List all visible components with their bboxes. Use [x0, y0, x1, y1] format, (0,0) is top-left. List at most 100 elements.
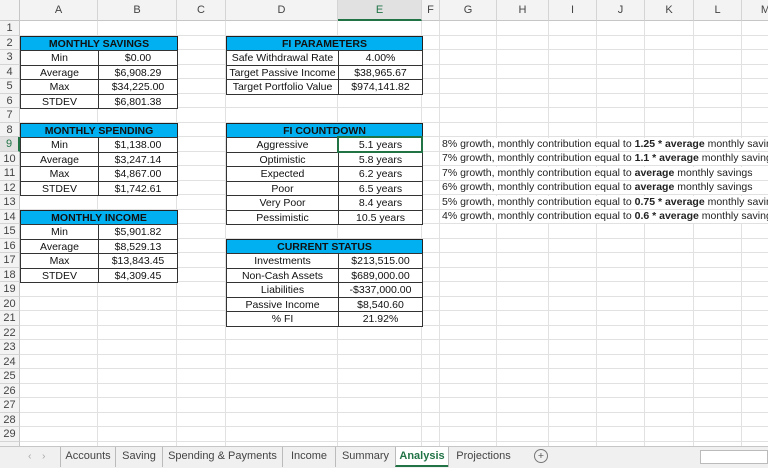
fi-countdown-note: 8% growth, monthly contribution equal to…: [442, 137, 768, 151]
table-value[interactable]: 10.5 years: [338, 209, 423, 225]
table-value[interactable]: 21.92%: [338, 311, 423, 327]
column-header-D[interactable]: D: [226, 0, 338, 21]
table-value[interactable]: $3,247.14: [98, 151, 178, 167]
row-header-27[interactable]: 27: [0, 398, 20, 413]
table-value[interactable]: 5.8 years: [338, 151, 423, 167]
row-header-17[interactable]: 17: [0, 253, 20, 268]
column-header-E[interactable]: E: [338, 0, 422, 21]
row-header-3[interactable]: 3: [0, 50, 20, 65]
note-text: 5% growth, monthly contribution equal to: [442, 195, 635, 208]
table-value[interactable]: $1,138.00: [98, 137, 178, 153]
column-header-G[interactable]: G: [440, 0, 497, 21]
column-header-M[interactable]: M: [742, 0, 768, 21]
sheet-tab-summary[interactable]: Summary: [335, 447, 395, 467]
row-header-10[interactable]: 10: [0, 151, 20, 166]
table-value[interactable]: $34,225.00: [98, 79, 178, 95]
sheet-tab-analysis[interactable]: Analysis: [395, 447, 448, 467]
sheet-tab-spending-payments[interactable]: Spending & Payments: [162, 447, 282, 467]
column-header-B[interactable]: B: [98, 0, 177, 21]
row-header-24[interactable]: 24: [0, 354, 20, 369]
horizontal-scrollbar[interactable]: [700, 450, 768, 464]
table-value[interactable]: -$337,000.00: [338, 282, 423, 298]
select-all-corner[interactable]: [0, 0, 20, 21]
row-header-11[interactable]: 11: [0, 166, 20, 181]
fi-countdown-note: 4% growth, monthly contribution equal to…: [442, 210, 768, 223]
row-header-25[interactable]: 25: [0, 369, 20, 384]
table-value[interactable]: $1,742.61: [98, 180, 178, 196]
table-value[interactable]: $689,000.00: [338, 267, 423, 283]
table-value[interactable]: $6,908.29: [98, 64, 178, 80]
row-header-23[interactable]: 23: [0, 340, 20, 355]
row-header-21[interactable]: 21: [0, 311, 20, 326]
row-header-22[interactable]: 22: [0, 325, 20, 340]
row-header-6[interactable]: 6: [0, 93, 20, 108]
note-text: average: [634, 181, 675, 193]
row-header-15[interactable]: 15: [0, 224, 20, 239]
table-value[interactable]: $0.00: [98, 50, 178, 66]
table-label: Average: [20, 238, 99, 254]
table-value[interactable]: 8.4 years: [338, 195, 423, 211]
table-value[interactable]: $4,309.45: [98, 267, 178, 283]
table-label: Expected: [226, 166, 339, 182]
sheet-tab-accounts[interactable]: Accounts: [60, 447, 115, 467]
row-header-16[interactable]: 16: [0, 238, 20, 253]
table-label: STDEV: [20, 93, 99, 109]
table-value[interactable]: $4,867.00: [98, 166, 178, 182]
table-value[interactable]: $13,843.45: [98, 253, 178, 269]
fi-countdown-note: 6% growth, monthly contribution equal to…: [442, 181, 753, 194]
row-header-8[interactable]: 8: [0, 122, 20, 137]
row-header-19[interactable]: 19: [0, 282, 20, 297]
column-header-H[interactable]: H: [497, 0, 549, 21]
column-header-I[interactable]: I: [549, 0, 597, 21]
column-header-F[interactable]: F: [422, 0, 440, 21]
table-label: Min: [20, 137, 99, 153]
note-text: 4% growth, monthly contribution equal to: [442, 210, 635, 222]
table-value[interactable]: $5,901.82: [98, 224, 178, 240]
table-label: Liabilities: [226, 282, 339, 298]
table-label: Max: [20, 253, 99, 269]
current-status-header: CURRENT STATUS: [226, 238, 423, 254]
gridline: [20, 426, 768, 427]
table-value[interactable]: $8,540.60: [338, 296, 423, 312]
gridline: [20, 411, 768, 413]
row-header-5[interactable]: 5: [0, 79, 20, 94]
table-label: Min: [20, 50, 99, 66]
table-label: Target Portfolio Value: [226, 79, 339, 95]
row-header-4[interactable]: 4: [0, 64, 20, 79]
column-header-A[interactable]: A: [20, 0, 98, 21]
table-value[interactable]: $6,801.38: [98, 93, 178, 109]
add-sheet-button[interactable]: +: [534, 449, 548, 463]
table-value[interactable]: 6.5 years: [338, 180, 423, 196]
table-value[interactable]: 6.2 years: [338, 166, 423, 182]
row-header-18[interactable]: 18: [0, 267, 20, 282]
sheet-tab-saving[interactable]: Saving: [115, 447, 162, 467]
row-header-29[interactable]: 29: [0, 427, 20, 442]
table-value[interactable]: $974,141.82: [338, 79, 423, 95]
sheet-tab-projections[interactable]: Projections: [448, 447, 518, 467]
row-header-9[interactable]: 9: [0, 137, 20, 152]
row-header-7[interactable]: 7: [0, 108, 20, 123]
row-header-1[interactable]: 1: [0, 21, 20, 36]
table-value[interactable]: 4.00%: [338, 50, 423, 66]
table-value[interactable]: 5.1 years: [338, 137, 423, 153]
row-header-12[interactable]: 12: [0, 180, 20, 195]
row-header-26[interactable]: 26: [0, 383, 20, 398]
sheet-tab-income[interactable]: Income: [282, 447, 335, 467]
column-header-J[interactable]: J: [597, 0, 645, 21]
table-value[interactable]: $213,515.00: [338, 253, 423, 269]
note-text: 1.1 * average: [634, 152, 699, 164]
row-header-14[interactable]: 14: [0, 209, 20, 224]
column-header-C[interactable]: C: [177, 0, 226, 21]
table-value[interactable]: $38,965.67: [338, 64, 423, 80]
gridline: [20, 382, 768, 384]
scroll-tabs-right-icon[interactable]: ›: [42, 450, 46, 462]
column-header-L[interactable]: L: [694, 0, 742, 21]
column-header-K[interactable]: K: [645, 0, 694, 21]
row-header-2[interactable]: 2: [0, 35, 20, 50]
row-header-28[interactable]: 28: [0, 412, 20, 427]
row-header-13[interactable]: 13: [0, 195, 20, 210]
scroll-tabs-left-icon[interactable]: ‹: [28, 450, 32, 462]
table-value[interactable]: $8,529.13: [98, 238, 178, 254]
row-header-20[interactable]: 20: [0, 296, 20, 311]
table-label: Min: [20, 224, 99, 240]
